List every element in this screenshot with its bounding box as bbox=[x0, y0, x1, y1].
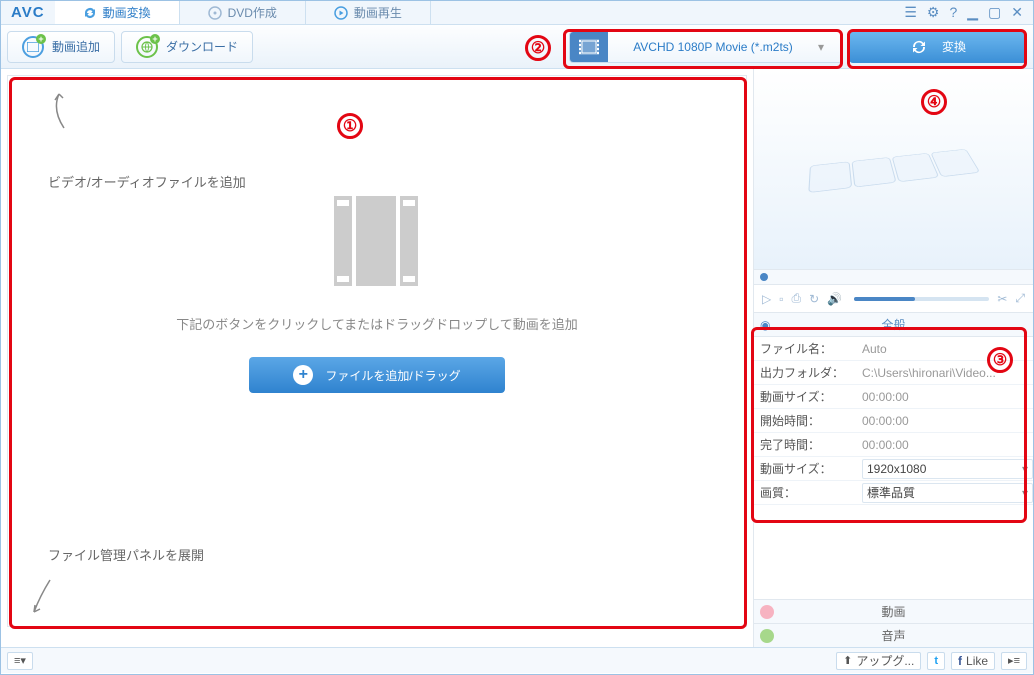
film-icon bbox=[570, 32, 608, 62]
row-filename: ファイル名： Auto bbox=[754, 337, 1033, 361]
row-start: 開始時間： 00:00:00 bbox=[754, 409, 1033, 433]
main-tabs: 動画変換 DVD作成 動画再生 bbox=[55, 1, 895, 24]
drop-instruction: 下記のボタンをクリックしてまたはドラッグドロップして動画を追加 bbox=[176, 314, 578, 333]
row-duration: 動画サイズ： 00:00:00 bbox=[754, 385, 1033, 409]
volume-slider[interactable] bbox=[854, 297, 989, 301]
drop-area[interactable]: ビデオ/オーディオファイルを追加 下記のボタンをクリックしてまたはドラッグドロッ… bbox=[7, 75, 747, 627]
convert-label: 変換 bbox=[942, 38, 966, 55]
category-audio-label: 音声 bbox=[881, 627, 905, 644]
stop-icon[interactable]: ▫ bbox=[779, 292, 783, 306]
play-icon[interactable]: ▷ bbox=[762, 292, 771, 306]
menu-icon[interactable]: ☰ bbox=[902, 4, 919, 21]
add-video-button[interactable]: + 動画追加 bbox=[7, 31, 115, 63]
hint-expand-panel: ファイル管理パネルを展開 bbox=[48, 545, 204, 564]
general-header: ◉ 全般 bbox=[754, 313, 1033, 337]
right-panel: ▷ ▫ ⎙ ↻ 🔊 ✂ ⤢ ◉ 全般 ファイル名： Auto 出力フォルダ： C… bbox=[753, 69, 1033, 647]
expand-icon[interactable]: ⤢ bbox=[1015, 291, 1025, 306]
window-controls: ☰ ⚙ ? ▁ ▢ ✕ bbox=[894, 4, 1033, 21]
arrow-icon bbox=[44, 92, 74, 132]
next-button[interactable]: ▸≡ bbox=[1001, 652, 1027, 670]
value-quality-select[interactable]: 標準品質 bbox=[862, 483, 1033, 503]
add-video-label: 動画追加 bbox=[52, 38, 100, 55]
close-icon[interactable]: ✕ bbox=[1009, 4, 1025, 21]
arrow-icon bbox=[28, 576, 58, 616]
tab-play[interactable]: 動画再生 bbox=[306, 1, 431, 24]
app-logo: AVC bbox=[1, 4, 55, 21]
audio-icon bbox=[760, 629, 774, 643]
value-start: 00:00:00 bbox=[862, 414, 1033, 428]
play-icon bbox=[334, 6, 348, 20]
video-icon bbox=[760, 605, 774, 619]
category-audio-button[interactable]: 音声 bbox=[754, 623, 1033, 647]
status-bar: ≡▾ ⬆アップグ... t f Like ▸≡ bbox=[1, 647, 1033, 673]
label-size: 動画サイズ： bbox=[754, 460, 862, 477]
twitter-button[interactable]: t bbox=[927, 652, 945, 670]
add-file-label: ファイルを追加/ドラッグ bbox=[325, 367, 460, 384]
value-size-select[interactable]: 1920x1080 bbox=[862, 459, 1033, 479]
like-label: Like bbox=[966, 654, 988, 668]
label-outfolder: 出力フォルダ： bbox=[754, 364, 862, 381]
volume-icon[interactable]: 🔊 bbox=[827, 292, 842, 306]
plus-icon: + bbox=[293, 365, 313, 385]
category-video-label: 動画 bbox=[881, 603, 905, 620]
film-preview-icon bbox=[808, 149, 980, 193]
row-quality: 画質： 標準品質 bbox=[754, 481, 1033, 505]
row-outfolder: 出力フォルダ： C:\Users\hironari\Video... bbox=[754, 361, 1033, 385]
tab-dvd[interactable]: DVD作成 bbox=[180, 1, 306, 24]
hint-add-files: ビデオ/オーディオファイルを追加 bbox=[48, 172, 246, 191]
tab-dvd-label: DVD作成 bbox=[228, 4, 277, 21]
download-button[interactable]: + ダウンロード bbox=[121, 31, 253, 63]
add-file-button[interactable]: + ファイルを追加/ドラッグ bbox=[249, 357, 505, 393]
row-size: 動画サイズ： 1920x1080 bbox=[754, 457, 1033, 481]
convert-button[interactable]: 変換 bbox=[849, 31, 1027, 63]
maximize-icon[interactable]: ▢ bbox=[986, 4, 1003, 21]
tab-convert-label: 動画変換 bbox=[103, 4, 151, 21]
general-panel: ◉ 全般 ファイル名： Auto 出力フォルダ： C:\Users\hirona… bbox=[754, 313, 1033, 599]
download-label: ダウンロード bbox=[166, 38, 238, 55]
help-icon[interactable]: ? bbox=[947, 4, 959, 21]
label-duration: 動画サイズ： bbox=[754, 388, 862, 405]
chevron-down-icon: ▾ bbox=[818, 40, 842, 54]
list-view-button[interactable]: ≡▾ bbox=[7, 652, 33, 670]
film-placeholder-icon bbox=[334, 196, 420, 286]
preview-pane bbox=[754, 69, 1033, 269]
gear-icon[interactable]: ⚙ bbox=[925, 4, 942, 21]
add-video-icon: + bbox=[22, 36, 44, 58]
tab-play-label: 動画再生 bbox=[354, 4, 402, 21]
cut-icon[interactable]: ✂ bbox=[997, 292, 1007, 306]
label-quality: 画質： bbox=[754, 484, 862, 501]
info-icon: ◉ bbox=[760, 318, 774, 332]
upgrade-label: アップグ... bbox=[856, 652, 914, 669]
value-end: 00:00:00 bbox=[862, 438, 1033, 452]
output-format-label: AVCHD 1080P Movie (*.m2ts) bbox=[608, 40, 818, 54]
value-outfolder[interactable]: C:\Users\hironari\Video... bbox=[862, 366, 1033, 380]
label-end: 完了時間： bbox=[754, 436, 862, 453]
upgrade-button[interactable]: ⬆アップグ... bbox=[836, 652, 921, 670]
toolbar: + 動画追加 + ダウンロード AVCHD 1080P Movie (*.m2t… bbox=[1, 25, 1033, 69]
label-start: 開始時間： bbox=[754, 412, 862, 429]
general-title: 全般 bbox=[881, 316, 905, 333]
globe-icon: + bbox=[136, 36, 158, 58]
body: ビデオ/オーディオファイルを追加 下記のボタンをクリックしてまたはドラッグドロッ… bbox=[1, 69, 1033, 647]
category-video-button[interactable]: 動画 bbox=[754, 599, 1033, 623]
convert-icon bbox=[910, 38, 928, 56]
row-end: 完了時間： 00:00:00 bbox=[754, 433, 1033, 457]
tab-convert[interactable]: 動画変換 bbox=[55, 1, 180, 24]
player-controls: ▷ ▫ ⎙ ↻ 🔊 ✂ ⤢ bbox=[754, 285, 1033, 313]
main-panel: ビデオ/オーディオファイルを追加 下記のボタンをクリックしてまたはドラッグドロッ… bbox=[1, 69, 753, 647]
snapshot-icon[interactable]: ⎙ bbox=[792, 291, 802, 306]
seek-bar[interactable] bbox=[754, 269, 1033, 285]
minimize-icon[interactable]: ▁ bbox=[965, 4, 980, 21]
refresh-icon bbox=[83, 6, 97, 20]
rotate-icon[interactable]: ↻ bbox=[809, 292, 819, 306]
titlebar: AVC 動画変換 DVD作成 動画再生 ☰ ⚙ ? ▁ ▢ ✕ bbox=[1, 1, 1033, 25]
label-filename: ファイル名： bbox=[754, 340, 862, 357]
value-duration: 00:00:00 bbox=[862, 390, 1033, 404]
output-format-select[interactable]: AVCHD 1080P Movie (*.m2ts) ▾ bbox=[569, 31, 843, 63]
facebook-like-button[interactable]: f Like bbox=[951, 652, 995, 670]
value-filename[interactable]: Auto bbox=[862, 342, 1033, 356]
disc-icon bbox=[208, 6, 222, 20]
